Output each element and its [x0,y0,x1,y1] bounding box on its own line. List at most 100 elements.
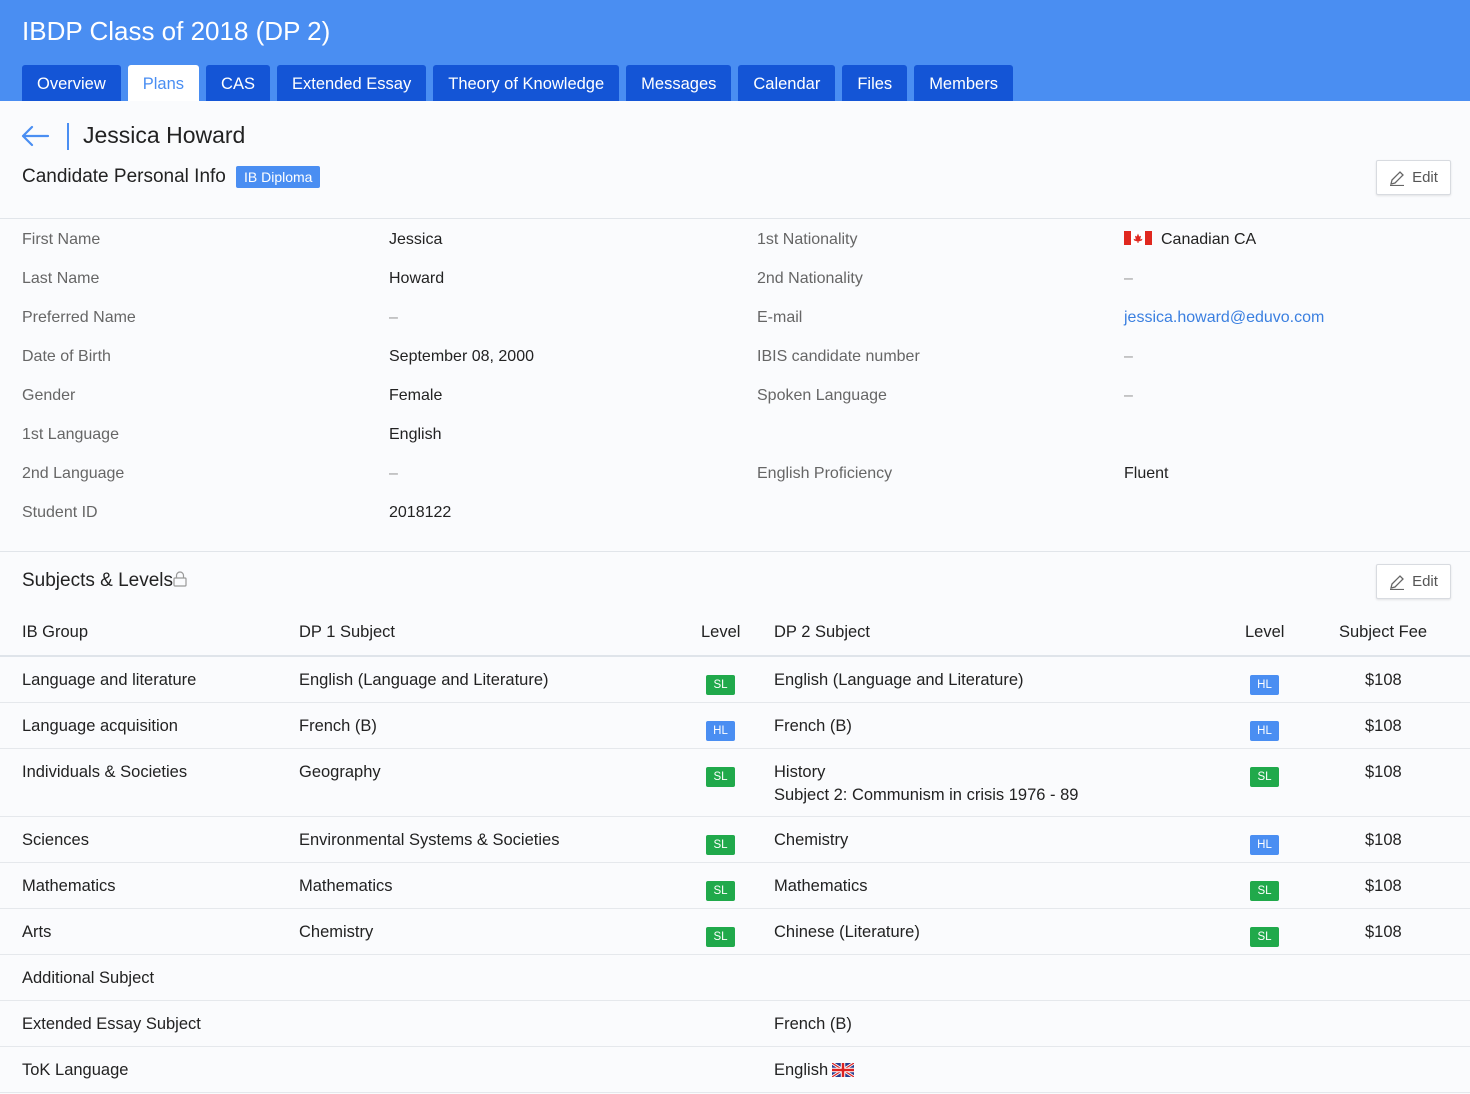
tab-extended-essay[interactable]: Extended Essay [276,65,427,101]
gender-label: Gender [22,387,76,404]
dob-label: Date of Birth [22,348,111,365]
pencil-icon [1390,574,1405,590]
subject-fee: $108 [1365,717,1402,735]
student-id-value: 2018122 [389,504,452,521]
dp2-subject-name: History [774,763,826,781]
tab-files[interactable]: Files [842,65,908,101]
ib-group: Individuals & Societies [22,763,188,781]
info-row: Preferred Name – E-mail jessica.howard@e… [0,299,1470,338]
lock-icon [173,571,187,587]
level-badge: SL [1250,767,1279,787]
table-row: Sciences Environmental Systems & Societi… [0,817,1470,863]
ib-group: Mathematics [22,877,116,895]
second-language-value: – [389,465,398,482]
dp2-subject: English (Language and Literature) [774,671,1024,689]
info-row: Date of Birth September 08, 2000 IBIS ca… [0,338,1470,377]
spoken-language-value: – [1124,387,1133,404]
dp1-subject: English (Language and Literature) [299,671,549,689]
second-nationality-value: – [1124,270,1133,287]
dp1-subject: Chemistry [299,923,374,941]
subject-fee: $108 [1365,877,1402,895]
table-row: Extended Essay Subject French (B) [0,1001,1470,1047]
tab-calendar[interactable]: Calendar [738,65,836,101]
dp2-level: SL [1250,880,1279,901]
first-name-label: First Name [22,231,101,248]
column-header-fee: Subject Fee [1339,623,1428,641]
extended-essay-subject-value: French (B) [774,1015,852,1033]
tab-messages[interactable]: Messages [626,65,732,101]
edit-label: Edit [1412,573,1438,590]
subject-fee: $108 [1365,923,1402,941]
dp2-level: SL [1250,766,1279,787]
edit-subjects-button[interactable]: Edit [1376,564,1451,599]
dp1-subject: Environmental Systems & Societies [299,831,560,849]
table-row: Language and literature English (Languag… [0,657,1470,703]
second-nationality-label: 2nd Nationality [757,270,863,287]
dp2-subject: Chemistry [774,831,849,849]
student-id-label: Student ID [22,504,98,521]
level-badge: SL [1250,927,1279,947]
level-badge: HL [1250,721,1279,741]
email-link[interactable]: jessica.howard@eduvo.com [1124,309,1324,327]
table-row: Mathematics Mathematics SL Mathematics S… [0,863,1470,909]
subjects-title: Subjects & Levels [22,570,187,592]
last-name-value: Howard [389,270,445,287]
edit-personal-info-button[interactable]: Edit [1376,160,1451,195]
tok-language-value: English [774,1061,855,1080]
dp2-subject: Mathematics [774,877,868,895]
dp1-subject: Geography [299,763,381,781]
tab-overview[interactable]: Overview [22,65,121,101]
ibis-number-value: – [1124,348,1133,365]
table-row: Arts Chemistry SL Chinese (Literature) S… [0,909,1470,955]
divider [67,123,69,150]
tab-cas[interactable]: CAS [206,65,270,101]
dp1-level: SL [706,880,735,901]
english-proficiency-label: English Proficiency [757,465,893,482]
tok-language-text: English [774,1061,829,1079]
dp1-level: SL [706,766,735,787]
table-row: Language acquisition French (B) HL Frenc… [0,703,1470,749]
dp2-subject: French (B) [774,717,852,735]
level-badge: HL [1250,835,1279,855]
first-nationality-value: Canadian CA [1124,231,1256,249]
dp2-level: HL [1250,674,1279,695]
preferred-name-label: Preferred Name [22,309,136,326]
dp1-level: HL [706,720,735,741]
info-row: First Name Jessica 1st Nationality Canad… [0,221,1470,260]
ibis-number-label: IBIS candidate number [757,348,920,365]
level-badge: SL [706,927,735,947]
column-header-level1: Level [701,623,741,641]
tab-plans[interactable]: Plans [127,65,200,101]
info-row: Gender Female Spoken Language – [0,377,1470,416]
ib-group: Sciences [22,831,89,849]
dp2-subject: History Subject 2: Communism in crisis 1… [774,763,1078,805]
preferred-name-value: – [389,309,398,326]
info-row: 1st Language English [0,416,1470,455]
dob-value: September 08, 2000 [389,348,534,365]
additional-subject-label: Additional Subject [22,969,155,987]
tab-theory-of-knowledge[interactable]: Theory of Knowledge [433,65,620,101]
level-badge: HL [1250,675,1279,695]
level-badge: SL [706,767,735,787]
arrow-left-icon[interactable] [20,124,50,148]
english-proficiency-value: Fluent [1124,465,1169,482]
first-nationality-label: 1st Nationality [757,231,858,248]
info-row: Student ID 2018122 [0,494,1470,533]
pencil-icon [1390,170,1405,186]
ib-group: Arts [22,923,52,941]
subjects-title-text: Subjects & Levels [22,570,174,591]
gender-value: Female [389,387,443,404]
column-header-group: IB Group [22,623,89,641]
level-badge: SL [706,881,735,901]
level-badge: HL [706,721,735,741]
info-row: 2nd Language – English Proficiency Fluen… [0,455,1470,494]
second-language-label: 2nd Language [22,465,125,482]
class-title: IBDP Class of 2018 (DP 2) [22,16,331,46]
subject-fee: $108 [1365,763,1402,781]
column-header-dp1: DP 1 Subject [299,623,396,641]
dp2-level: SL [1250,926,1279,947]
tab-bar: Overview Plans CAS Extended Essay Theory… [22,65,1013,101]
first-language-label: 1st Language [22,426,119,443]
flag-canada-icon [1124,231,1152,245]
tab-members[interactable]: Members [914,65,1013,101]
